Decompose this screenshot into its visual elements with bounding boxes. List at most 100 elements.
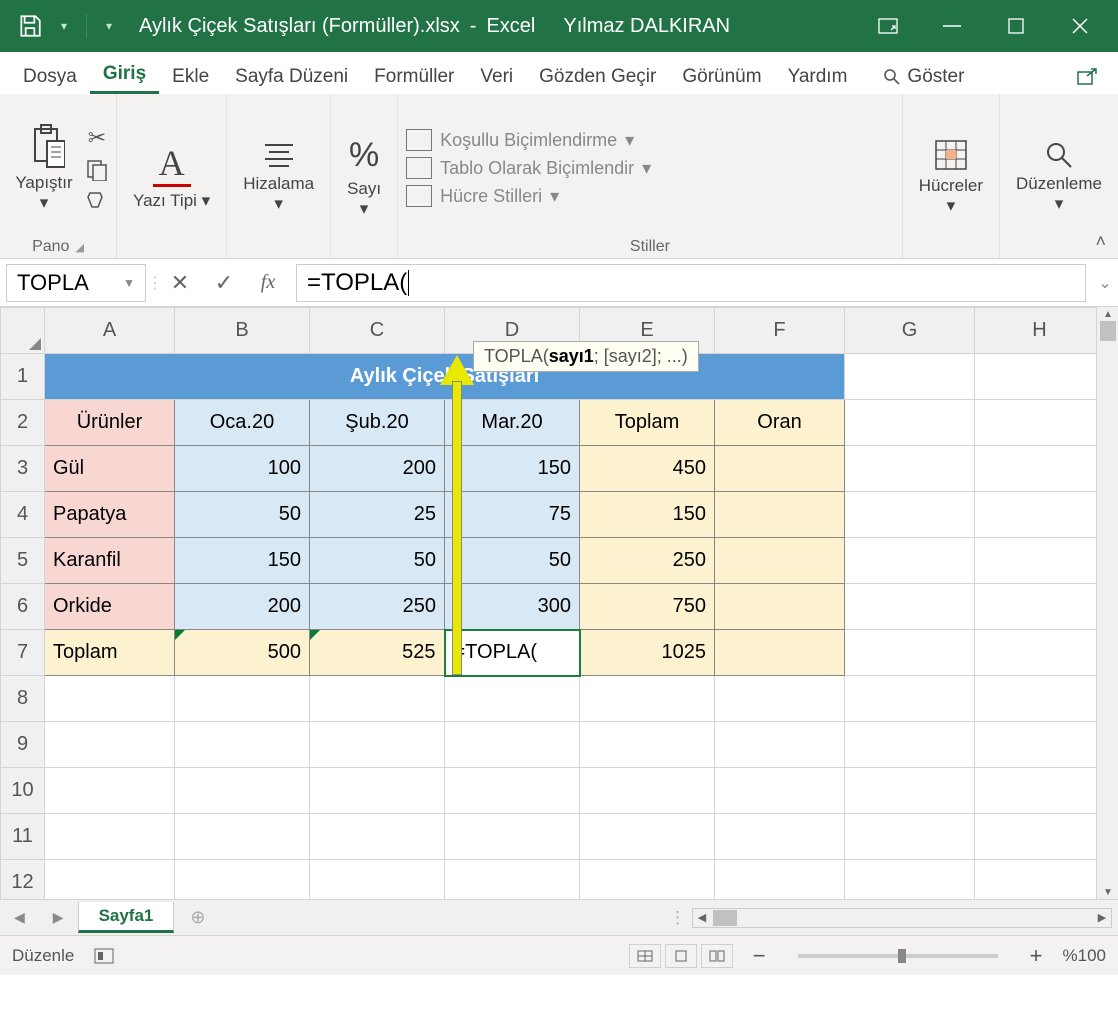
- close-button[interactable]: [1048, 0, 1112, 52]
- cancel-button[interactable]: ✕: [158, 264, 202, 302]
- expand-formula-bar-icon[interactable]: ⌄: [1092, 273, 1118, 293]
- tab-home[interactable]: Giriş: [90, 57, 159, 94]
- cell[interactable]: [310, 722, 445, 768]
- tab-layout[interactable]: Sayfa Düzeni: [222, 60, 361, 94]
- cell[interactable]: [845, 354, 975, 400]
- cell[interactable]: [975, 538, 1105, 584]
- row-header[interactable]: 10: [1, 768, 45, 814]
- cell[interactable]: [845, 676, 975, 722]
- cell[interactable]: 1025: [580, 630, 715, 676]
- row-header[interactable]: 2: [1, 400, 45, 446]
- cell[interactable]: Mar.20: [445, 400, 580, 446]
- cell[interactable]: 75: [445, 492, 580, 538]
- cell[interactable]: 50: [445, 538, 580, 584]
- name-box-dropdown-icon[interactable]: ▼: [123, 276, 135, 290]
- cell[interactable]: [715, 768, 845, 814]
- cell[interactable]: 200: [310, 446, 445, 492]
- cell[interactable]: 150: [580, 492, 715, 538]
- cell[interactable]: [45, 722, 175, 768]
- scroll-right-icon[interactable]: ▶: [1093, 911, 1111, 924]
- save-icon[interactable]: [12, 8, 48, 44]
- formula-input[interactable]: =TOPLA(: [296, 264, 1086, 302]
- row-header[interactable]: 8: [1, 676, 45, 722]
- cell[interactable]: [975, 676, 1105, 722]
- cell[interactable]: [175, 814, 310, 860]
- cell[interactable]: [45, 676, 175, 722]
- cell[interactable]: [975, 768, 1105, 814]
- format-painter-icon[interactable]: [86, 189, 108, 211]
- row-header[interactable]: 12: [1, 860, 45, 900]
- cell[interactable]: Karanfil: [45, 538, 175, 584]
- paste-button[interactable]: Yapıştır▾: [8, 119, 80, 216]
- cells-button[interactable]: Hücreler▾: [911, 134, 991, 219]
- scroll-down-icon[interactable]: ▼: [1097, 885, 1118, 899]
- cell[interactable]: [845, 492, 975, 538]
- cell[interactable]: Toplam: [580, 400, 715, 446]
- cell[interactable]: 50: [310, 538, 445, 584]
- cell[interactable]: [715, 446, 845, 492]
- cell[interactable]: 525: [310, 630, 445, 676]
- cell[interactable]: 300: [445, 584, 580, 630]
- macro-record-icon[interactable]: [94, 948, 114, 964]
- cell[interactable]: [845, 860, 975, 900]
- cell[interactable]: [310, 814, 445, 860]
- cell[interactable]: 750: [580, 584, 715, 630]
- row-header[interactable]: 5: [1, 538, 45, 584]
- vertical-scrollbar[interactable]: ▲ ▼: [1096, 307, 1118, 899]
- cell[interactable]: Orkide: [45, 584, 175, 630]
- view-page-layout-icon[interactable]: [665, 944, 697, 968]
- number-button[interactable]: % Sayı▾: [339, 132, 389, 222]
- col-header-a[interactable]: A: [45, 308, 175, 354]
- col-header-h[interactable]: H: [975, 308, 1105, 354]
- cell[interactable]: [175, 860, 310, 900]
- cell[interactable]: [715, 630, 845, 676]
- cell[interactable]: [715, 814, 845, 860]
- cell[interactable]: [45, 814, 175, 860]
- cell[interactable]: 100: [175, 446, 310, 492]
- cell[interactable]: [715, 492, 845, 538]
- cell[interactable]: [175, 722, 310, 768]
- cell[interactable]: Gül: [45, 446, 175, 492]
- cell[interactable]: [715, 584, 845, 630]
- cell[interactable]: Şub.20: [310, 400, 445, 446]
- dialog-launcher-icon[interactable]: ◢: [75, 241, 83, 254]
- qat-customize-icon[interactable]: ▾: [99, 19, 119, 33]
- share-button[interactable]: [1066, 60, 1108, 94]
- enter-button[interactable]: ✓: [202, 264, 246, 302]
- cell[interactable]: [580, 676, 715, 722]
- tab-nav-prev-icon[interactable]: ◀: [0, 909, 39, 926]
- cell[interactable]: [580, 768, 715, 814]
- cell[interactable]: [445, 676, 580, 722]
- col-header-f[interactable]: F: [715, 308, 845, 354]
- scroll-up-icon[interactable]: ▲: [1097, 307, 1118, 321]
- tab-insert[interactable]: Ekle: [159, 60, 222, 94]
- cell[interactable]: 250: [580, 538, 715, 584]
- cell-title[interactable]: Aylık Çiçek Satışları: [45, 354, 845, 400]
- zoom-level[interactable]: %100: [1063, 946, 1106, 966]
- fx-button[interactable]: fx: [246, 264, 290, 302]
- cell[interactable]: [975, 446, 1105, 492]
- sheet-tab[interactable]: Sayfa1: [78, 902, 175, 933]
- cell[interactable]: [45, 768, 175, 814]
- cell[interactable]: [310, 860, 445, 900]
- tab-data[interactable]: Veri: [467, 60, 526, 94]
- cell[interactable]: [845, 538, 975, 584]
- cell[interactable]: Toplam: [45, 630, 175, 676]
- cell[interactable]: [975, 722, 1105, 768]
- cell[interactable]: 150: [445, 446, 580, 492]
- cell[interactable]: [845, 400, 975, 446]
- tab-view[interactable]: Görünüm: [669, 60, 774, 94]
- font-button[interactable]: A Yazı Tipi ▾: [125, 139, 218, 215]
- row-header[interactable]: 3: [1, 446, 45, 492]
- row-header[interactable]: 11: [1, 814, 45, 860]
- cell[interactable]: [445, 722, 580, 768]
- row-header[interactable]: 7: [1, 630, 45, 676]
- cell[interactable]: [715, 722, 845, 768]
- tab-review[interactable]: Gözden Geçir: [526, 60, 669, 94]
- tab-file[interactable]: Dosya: [10, 60, 90, 94]
- row-header[interactable]: 9: [1, 722, 45, 768]
- cell[interactable]: [580, 722, 715, 768]
- zoom-slider[interactable]: [798, 954, 998, 958]
- view-page-break-icon[interactable]: [701, 944, 733, 968]
- cell-styles-button[interactable]: Hücre Stilleri ▾: [406, 185, 651, 207]
